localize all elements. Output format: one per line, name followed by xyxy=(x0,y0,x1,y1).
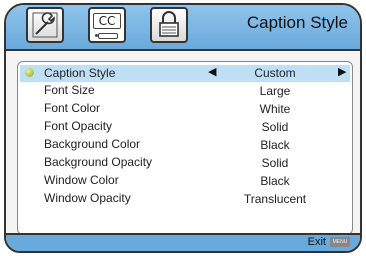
menu-item-background-opacity[interactable]: Background Opacity Solid xyxy=(18,154,352,171)
caption-bar xyxy=(98,33,118,39)
settings-panel: Caption Style ◀ Custom ▶ Font Size Large… xyxy=(17,61,353,235)
arrow-left-icon[interactable]: ◀ xyxy=(208,65,216,78)
arrow-right-icon[interactable]: ▶ xyxy=(338,65,346,78)
osd-header: CC Caption Style xyxy=(6,5,360,51)
menu-item-value: Solid xyxy=(261,156,289,170)
tab-setup[interactable] xyxy=(26,7,64,43)
menu-item-label: Font Size xyxy=(44,83,95,97)
lock-icon xyxy=(159,11,179,37)
exit-label: Exit xyxy=(307,236,326,248)
osd-footer: Exit MENU xyxy=(6,233,360,251)
menu-item-value: Translucent xyxy=(243,192,307,206)
menu-item-label: Window Opacity xyxy=(44,191,131,205)
page-title: Caption Style xyxy=(246,13,348,32)
menu-item-value: Large xyxy=(259,84,291,98)
menu-item-value: Black xyxy=(260,138,290,152)
menu-item-label: Background Opacity xyxy=(44,155,153,169)
menu-item-window-opacity[interactable]: Window Opacity Translucent xyxy=(18,190,352,207)
menu-item-value: Solid xyxy=(261,120,289,134)
menu-key-icon[interactable]: MENU xyxy=(330,237,350,247)
menu-item-label: Window Color xyxy=(44,173,119,187)
closed-caption-icon: CC xyxy=(93,13,121,29)
osd-window: CC Caption Style Caption Style ◀ Custom … xyxy=(4,3,362,253)
menu-item-value: White xyxy=(259,102,291,116)
tab-closed-caption[interactable]: CC xyxy=(88,7,126,43)
menu-item-label: Background Color xyxy=(44,137,141,151)
menu-item-window-color[interactable]: Window Color Black xyxy=(18,172,352,189)
menu-item-value: Black xyxy=(260,174,290,188)
menu-item-label: Font Color xyxy=(44,101,101,115)
tab-lock[interactable] xyxy=(150,7,188,43)
menu-item-value: Custom xyxy=(254,66,296,80)
selection-bullet-icon xyxy=(25,68,34,77)
menu-item-label: Font Opacity xyxy=(44,119,113,133)
wrench-icon xyxy=(32,12,58,38)
menu-item-font-color[interactable]: Font Color White xyxy=(18,100,352,117)
menu-item-label: Caption Style xyxy=(44,66,116,80)
menu-item-font-size[interactable]: Font Size Large xyxy=(18,82,352,99)
menu-item-background-color[interactable]: Background Color Black xyxy=(18,136,352,153)
menu-item-font-opacity[interactable]: Font Opacity Solid xyxy=(18,118,352,135)
menu-item-caption-style[interactable]: Caption Style ◀ Custom ▶ xyxy=(20,65,350,82)
